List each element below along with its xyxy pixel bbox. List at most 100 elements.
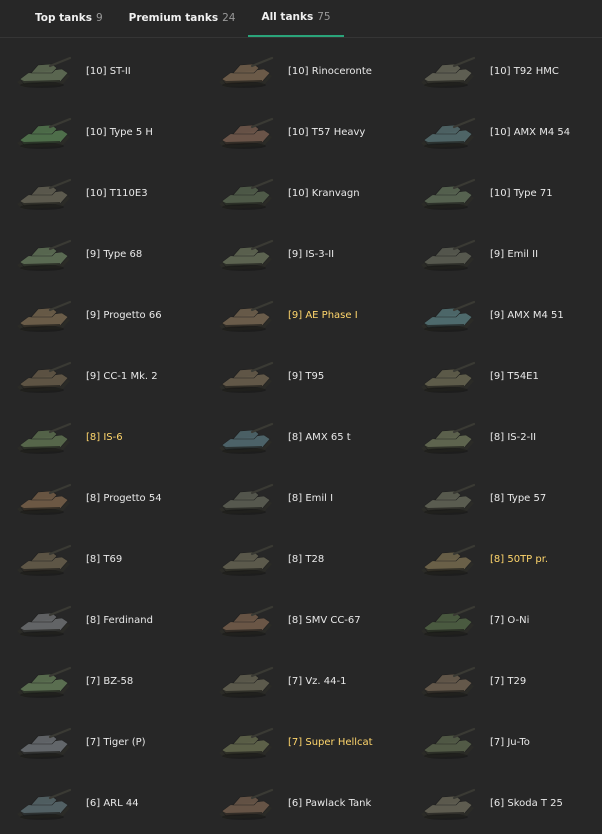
tab-all-tanks[interactable]: All tanks 75 — [248, 0, 344, 37]
tank-name: [9] IS-3-II — [288, 249, 335, 260]
tank-name: [7] O-Ni — [490, 615, 530, 626]
tank-item[interactable]: [10] Type 71 — [418, 163, 602, 224]
tank-icon — [219, 422, 274, 454]
tank-icon — [219, 666, 274, 698]
tank-icon — [17, 117, 72, 149]
tank-name: [9] AE Phase I — [288, 310, 358, 321]
tank-icon — [219, 788, 274, 820]
tank-name: [8] 50TP pr. — [490, 554, 549, 565]
tank-name: [9] Type 68 — [86, 249, 143, 260]
tank-name: [10] AMX M4 54 — [490, 127, 571, 138]
tank-icon — [219, 239, 274, 271]
tank-item[interactable]: [7] O-Ni — [418, 590, 602, 651]
tank-name: [8] AMX 65 t — [288, 432, 351, 443]
tank-item[interactable]: [9] Emil II — [418, 224, 602, 285]
tab-count: 75 — [317, 11, 331, 23]
tank-icon — [17, 178, 72, 210]
tank-icon — [219, 605, 274, 637]
tank-item[interactable]: [8] T69 — [14, 529, 216, 590]
tab-count: 24 — [222, 12, 236, 24]
tank-name: [7] Ju-To — [490, 737, 530, 748]
tank-item[interactable]: [6] Skoda T 25 — [418, 773, 602, 834]
tank-item[interactable]: [10] T110E3 — [14, 163, 216, 224]
tank-name: [7] Super Hellcat — [288, 737, 373, 748]
tank-name: [10] T110E3 — [86, 188, 148, 199]
tank-name: [9] T54E1 — [490, 371, 539, 382]
tank-item[interactable]: [9] IS-3-II — [216, 224, 418, 285]
tab-premium-tanks[interactable]: Premium tanks 24 — [116, 0, 249, 37]
tank-name: [8] SMV CC-67 — [288, 615, 361, 626]
tank-item[interactable]: [8] Emil I — [216, 468, 418, 529]
tank-icon — [17, 605, 72, 637]
tank-item[interactable]: [8] AMX 65 t — [216, 407, 418, 468]
tank-name: [8] T69 — [86, 554, 123, 565]
tank-item[interactable]: [7] Vz. 44-1 — [216, 651, 418, 712]
tank-icon — [421, 56, 476, 88]
tank-icon — [17, 361, 72, 393]
tank-item[interactable]: [9] AMX M4 51 — [418, 285, 602, 346]
tank-icon — [421, 666, 476, 698]
tank-icon — [219, 727, 274, 759]
tank-name: [8] IS-6 — [86, 432, 123, 443]
tank-icon — [17, 544, 72, 576]
tank-item[interactable]: [8] Type 57 — [418, 468, 602, 529]
tank-name: [6] Pawlack Tank — [288, 798, 372, 809]
tank-item[interactable]: [8] IS-2-II — [418, 407, 602, 468]
tank-name: [8] Progetto 54 — [86, 493, 162, 504]
tank-item[interactable]: [9] CC-1 Mk. 2 — [14, 346, 216, 407]
tank-item[interactable]: [9] T54E1 — [418, 346, 602, 407]
tab-label: Premium tanks — [128, 12, 219, 24]
tank-item[interactable]: [10] T57 Heavy — [216, 102, 418, 163]
tank-icon — [421, 422, 476, 454]
tab-label: Top tanks — [35, 12, 92, 24]
tank-name: [8] Emil I — [288, 493, 334, 504]
tank-name: [9] AMX M4 51 — [490, 310, 564, 321]
tank-item[interactable]: [9] AE Phase I — [216, 285, 418, 346]
tank-item[interactable]: [10] Type 5 H — [14, 102, 216, 163]
tank-item[interactable]: [10] Rinoceronte — [216, 41, 418, 102]
tank-item[interactable]: [8] 50TP pr. — [418, 529, 602, 590]
tank-icon — [17, 666, 72, 698]
tank-name: [9] CC-1 Mk. 2 — [86, 371, 158, 382]
tank-icon — [219, 483, 274, 515]
tank-item[interactable]: [6] ARL 44 — [14, 773, 216, 834]
tank-icon — [219, 300, 274, 332]
tab-top-tanks[interactable]: Top tanks 9 — [22, 0, 116, 37]
tank-item[interactable]: [7] T29 — [418, 651, 602, 712]
tank-item[interactable]: [10] ST-II — [14, 41, 216, 102]
tab-label: All tanks — [261, 11, 314, 23]
tank-item[interactable]: [7] Super Hellcat — [216, 712, 418, 773]
tank-item[interactable]: [7] BZ-58 — [14, 651, 216, 712]
tank-icon — [17, 422, 72, 454]
tank-item[interactable]: [8] Progetto 54 — [14, 468, 216, 529]
tank-name: [8] IS-2-II — [490, 432, 537, 443]
tank-item[interactable]: [7] Ju-To — [418, 712, 602, 773]
tank-item[interactable]: [6] Pawlack Tank — [216, 773, 418, 834]
tank-name: [6] Skoda T 25 — [490, 798, 563, 809]
tank-item[interactable]: [9] T95 — [216, 346, 418, 407]
tank-name: [7] T29 — [490, 676, 527, 687]
tank-icon — [219, 544, 274, 576]
tank-icon — [421, 605, 476, 637]
tank-name: [10] ST-II — [86, 66, 131, 77]
tank-grid: [10] ST-II [10] Rinoceronte [10] T92 HMC [1… — [0, 41, 602, 834]
tank-icon — [219, 117, 274, 149]
tank-item[interactable]: [8] Ferdinand — [14, 590, 216, 651]
tank-item[interactable]: [8] T28 — [216, 529, 418, 590]
tank-item[interactable]: [9] Type 68 — [14, 224, 216, 285]
tank-name: [8] T28 — [288, 554, 325, 565]
tank-name: [10] T57 Heavy — [288, 127, 366, 138]
tank-item[interactable]: [7] Tiger (P) — [14, 712, 216, 773]
tank-item[interactable]: [10] T92 HMC — [418, 41, 602, 102]
tank-icon — [17, 300, 72, 332]
tank-item[interactable]: [8] SMV CC-67 — [216, 590, 418, 651]
tank-item[interactable]: [10] Kranvagn — [216, 163, 418, 224]
tank-icon — [421, 239, 476, 271]
tank-item[interactable]: [10] AMX M4 54 — [418, 102, 602, 163]
tank-name: [10] Type 71 — [490, 188, 553, 199]
tank-name: [10] Rinoceronte — [288, 66, 372, 77]
tab-count: 9 — [95, 12, 103, 24]
tank-item[interactable]: [8] IS-6 — [14, 407, 216, 468]
tank-item[interactable]: [9] Progetto 66 — [14, 285, 216, 346]
tank-name: [9] T95 — [288, 371, 325, 382]
